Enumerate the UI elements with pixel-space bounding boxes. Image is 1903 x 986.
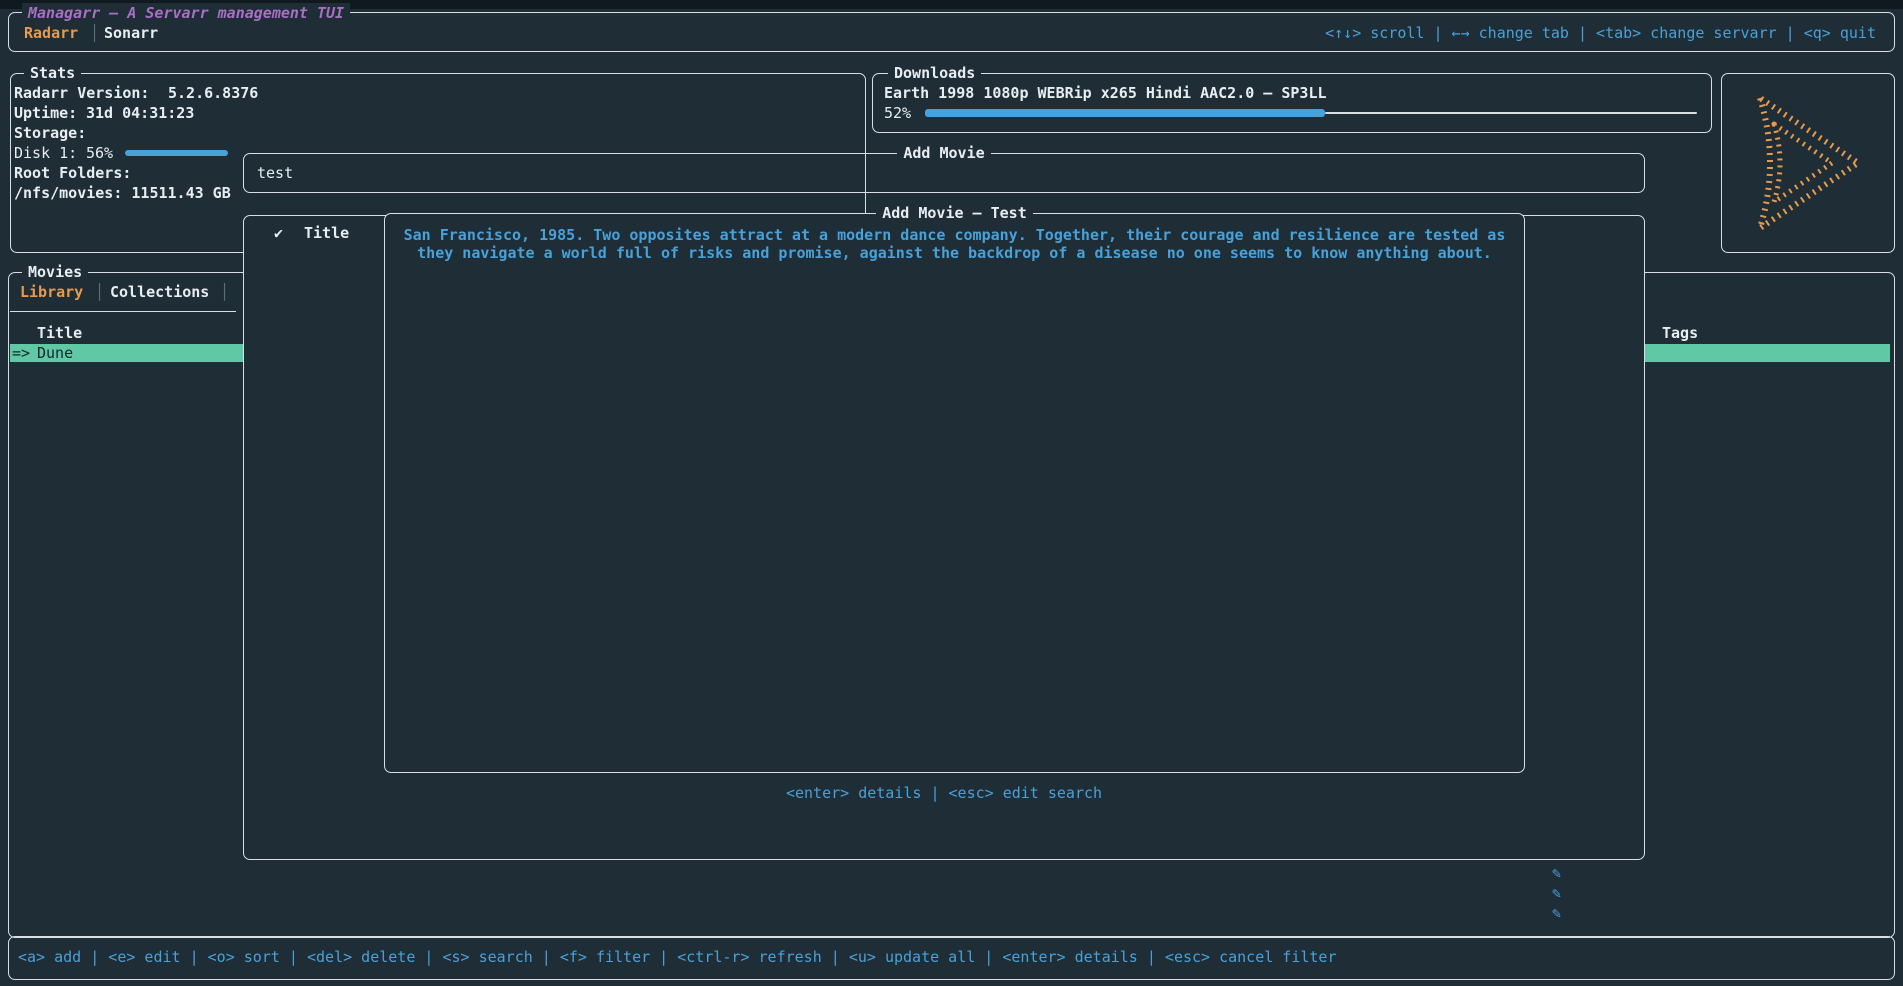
tab-sonarr[interactable]: Sonarr [104, 23, 158, 43]
tab-library[interactable]: Library [20, 282, 83, 302]
modal-title: Add Movie – Test [384, 203, 1525, 223]
add-movie-search-input[interactable]: test [257, 163, 293, 183]
results-header-title: Title [304, 223, 349, 243]
downloads-title: Downloads [888, 63, 981, 83]
movies-column-header-tags: Tags [1662, 323, 1698, 343]
radarr-logo-icon [1736, 84, 1881, 242]
disk-percent: 56% [86, 143, 113, 163]
stats-title: Stats [24, 63, 81, 83]
uptime-value: 31d 04:31:23 [86, 103, 194, 123]
header-keybindings: <↑↓> scroll | ←→ change tab | <tab> chan… [1325, 23, 1876, 43]
uptime-label: Uptime: [14, 103, 77, 123]
root-folders-label: Root Folders: [14, 163, 131, 183]
results-header-check-icon: ✔ [274, 223, 283, 243]
download-progress-track [1325, 112, 1697, 114]
tab-collections[interactable]: Collections [110, 282, 209, 302]
results-help-text: <enter> details | <esc> edit search [243, 783, 1645, 803]
root-folder-value: /nfs/movies: 11511.43 GB [14, 183, 231, 203]
movies-tabs-divider [10, 311, 236, 312]
tab-radarr[interactable]: Radarr [24, 23, 78, 43]
movies-column-header-title: Title [37, 323, 82, 343]
add-movie-modal [384, 213, 1525, 773]
downloads-panel [872, 73, 1712, 133]
selected-movie-arrow: => [12, 343, 30, 363]
download-progress-fill [925, 109, 1325, 117]
footer-keybindings: <a> add | <e> edit | <o> sort | <del> de… [18, 947, 1337, 967]
disk-usage-bar [125, 150, 228, 156]
selected-movie-title: Dune [37, 343, 73, 363]
radarr-version-label: Radarr Version: [14, 83, 149, 103]
download-item-name[interactable]: Earth 1998 1080p WEBRip x265 Hindi AAC2.… [884, 83, 1327, 103]
movie-overview-line2: they navigate a world full of risks and … [392, 243, 1517, 263]
disk-label: Disk 1: [14, 143, 77, 163]
radarr-version-value: 5.2.6.8376 [168, 83, 258, 103]
download-percent: 52% [884, 103, 911, 123]
library-tab-separator: │ [95, 282, 104, 302]
movie-overview-line1: San Francisco, 1985. Two opposites attra… [392, 225, 1517, 245]
collections-tab-separator: │ [220, 282, 229, 302]
managarr-app: Movies Library │ Collections │ Title Tag… [0, 0, 1903, 986]
add-movie-panel-title: Add Movie [243, 143, 1645, 163]
movies-panel-title: Movies [22, 262, 88, 282]
storage-label: Storage: [14, 123, 86, 143]
app-title: Managarr — A Servarr management TUI [22, 3, 350, 23]
servarr-tab-separator: │ [90, 23, 99, 43]
